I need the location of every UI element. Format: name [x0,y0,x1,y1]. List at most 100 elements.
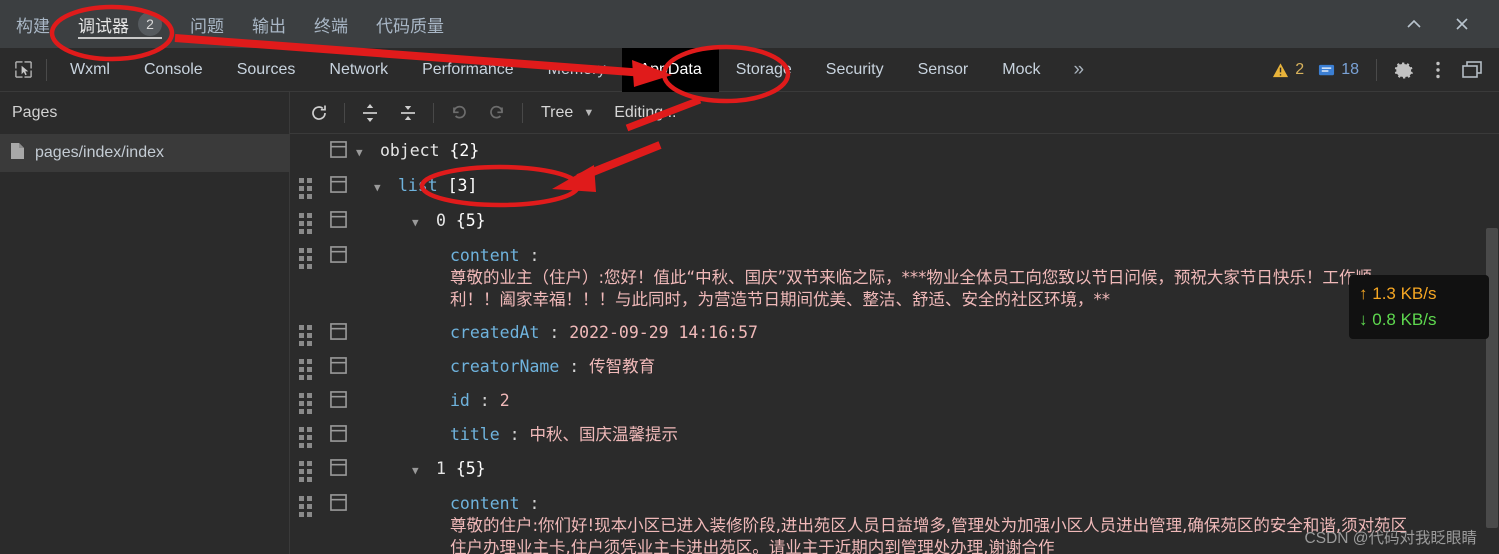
panel-box-icon[interactable] [320,487,356,511]
drag-handle-icon[interactable] [290,452,320,482]
tree-row[interactable]: ▼ 1 {5} [290,452,1499,487]
drag-handle-icon[interactable] [290,316,320,346]
sidebar-item-label: pages/index/index [35,144,164,161]
prop-value[interactable]: 尊敬的住户:你们好!现本小区已进入装修阶段,进出苑区人员日益增多,管理处为加强小… [450,515,1410,554]
kebab-menu-icon[interactable] [1421,48,1455,92]
ide-tab-label: 输出 [252,16,286,36]
tab-mock[interactable]: Mock [985,48,1057,92]
drag-handle-icon[interactable] [290,169,320,199]
tree-row[interactable]: ▼ list [3] [290,169,1499,204]
tree-prop-id[interactable]: id : 2 [356,384,1499,417]
tree-prop-content[interactable]: content : 尊敬的业主（住户）:您好！值此“中秋、国庆”双节来临之际，*… [356,239,1499,316]
more-tabs-icon[interactable]: » [1058,48,1101,92]
arrow-up-icon: ↑ [1359,284,1368,303]
chevron-down-icon[interactable]: ▼ [356,142,370,164]
prop-value[interactable]: 2022-09-29 14:16:57 [569,323,758,342]
prop-value[interactable]: 中秋、国庆温馨提示 [529,425,678,444]
ide-tab-debugger[interactable]: 调试器 2 [64,0,176,48]
panel-box-icon[interactable] [320,134,356,158]
warning-counter[interactable]: 2 [1265,61,1311,79]
dock-panel-icon[interactable] [1455,48,1489,92]
drag-handle-icon[interactable] [290,350,320,380]
expand-all-icon[interactable] [351,96,389,130]
close-icon[interactable] [1441,4,1483,44]
drag-dots-icon [298,178,312,199]
tree-row[interactable]: creatorName : 传智教育 [290,350,1499,384]
prop-value[interactable]: 2 [500,391,510,410]
refresh-icon[interactable] [300,96,338,130]
upload-speed-value: 1.3 KB/s [1372,284,1437,303]
panel-box-icon[interactable] [320,452,356,476]
chevron-down-icon[interactable]: ▼ [412,212,426,234]
drag-handle-icon[interactable] [290,204,320,234]
ide-tab-problems[interactable]: 问题 [176,0,238,48]
tree-node-root[interactable]: ▼ object {2} [356,134,1499,169]
tab-wxml[interactable]: Wxml [53,48,127,92]
appdata-tree[interactable]: ▼ object {2} ▼ list [3] ▼ 0 {5} content … [290,134,1499,554]
message-count: 18 [1341,61,1359,78]
redo-icon[interactable] [478,96,516,130]
ide-tab-bar: 构建 调试器 2 问题 输出 终端 代码质量 [0,0,1499,48]
chevron-down-icon[interactable]: ▼ [374,177,388,199]
drag-handle-icon[interactable] [290,487,320,517]
file-icon [10,142,25,165]
ide-tab-output[interactable]: 输出 [238,0,300,48]
tab-label: Performance [422,60,514,78]
tree-row[interactable]: content : 尊敬的业主（住户）:您好！值此“中秋、国庆”双节来临之际，*… [290,239,1499,316]
tab-console[interactable]: Console [127,48,220,92]
toolbar-divider [433,102,434,123]
panel-box-icon[interactable] [320,350,356,374]
undo-icon[interactable] [440,96,478,130]
drag-handle-icon[interactable] [290,239,320,269]
tree-row[interactable]: ▼ 0 {5} [290,204,1499,239]
panel-box-icon[interactable] [320,316,356,340]
prop-key: title [450,425,500,444]
tree-prop-title[interactable]: title : 中秋、国庆温馨提示 [356,418,1499,451]
tree-node-item-0[interactable]: ▼ 0 {5} [356,204,1499,239]
drag-handle-icon[interactable] [290,418,320,448]
tab-sensor[interactable]: Sensor [901,48,986,92]
tab-storage[interactable]: Storage [719,48,809,92]
panel-box-icon[interactable] [320,384,356,408]
prop-value[interactable]: 尊敬的业主（住户）:您好！值此“中秋、国庆”双节来临之际，***物业全体员工向您… [450,267,1410,311]
sidebar-item-pages-index[interactable]: pages/index/index [0,134,289,172]
ide-tab-label: 终端 [314,16,348,36]
panel-box-icon[interactable] [320,169,356,193]
drag-dots-icon [298,393,312,414]
tree-row[interactable]: id : 2 [290,384,1499,418]
tab-appdata[interactable]: AppData [622,47,719,92]
scrollbar-thumb[interactable] [1486,228,1498,528]
tab-label: Network [329,60,389,78]
view-mode-select[interactable]: Tree ▼ [529,104,602,122]
tab-memory[interactable]: Memory [531,48,623,92]
panel-box-icon[interactable] [320,418,356,442]
tree-row[interactable]: createdAt : 2022-09-29 14:16:57 [290,316,1499,350]
tab-performance[interactable]: Performance [405,48,531,92]
chevron-up-icon[interactable] [1393,4,1435,44]
chevron-down-icon: ▼ [583,106,595,119]
message-counter[interactable]: 18 [1311,61,1366,79]
ide-tab-terminal[interactable]: 终端 [300,0,362,48]
ide-tab-build[interactable]: 构建 [0,0,64,48]
tab-sources[interactable]: Sources [220,48,313,92]
panel-box-icon[interactable] [320,239,356,263]
chevron-down-icon[interactable]: ▼ [412,460,426,482]
tree-row[interactable]: title : 中秋、国庆温馨提示 [290,418,1499,452]
tree-prop-createdat[interactable]: createdAt : 2022-09-29 14:16:57 [356,316,1499,349]
tab-security[interactable]: Security [809,48,901,92]
cursor-select-icon[interactable] [6,48,40,92]
tree-prop-creatorname[interactable]: creatorName : 传智教育 [356,350,1499,383]
drag-handle-icon[interactable] [290,384,320,414]
pages-sidebar: Pages pages/index/index [0,92,290,554]
toolbar-divider [46,58,47,81]
tree-node-list[interactable]: ▼ list [3] [356,169,1499,204]
collapse-all-icon[interactable] [389,96,427,130]
tab-network[interactable]: Network [312,48,405,92]
panel-box-icon[interactable] [320,204,356,228]
prop-value[interactable]: 传智教育 [589,357,655,376]
settings-gear-icon[interactable] [1387,48,1421,92]
message-bubble-icon [1319,64,1335,75]
tree-row[interactable]: ▼ object {2} [290,134,1499,169]
tree-node-item-1[interactable]: ▼ 1 {5} [356,452,1499,487]
ide-tab-code-quality[interactable]: 代码质量 [362,0,458,48]
